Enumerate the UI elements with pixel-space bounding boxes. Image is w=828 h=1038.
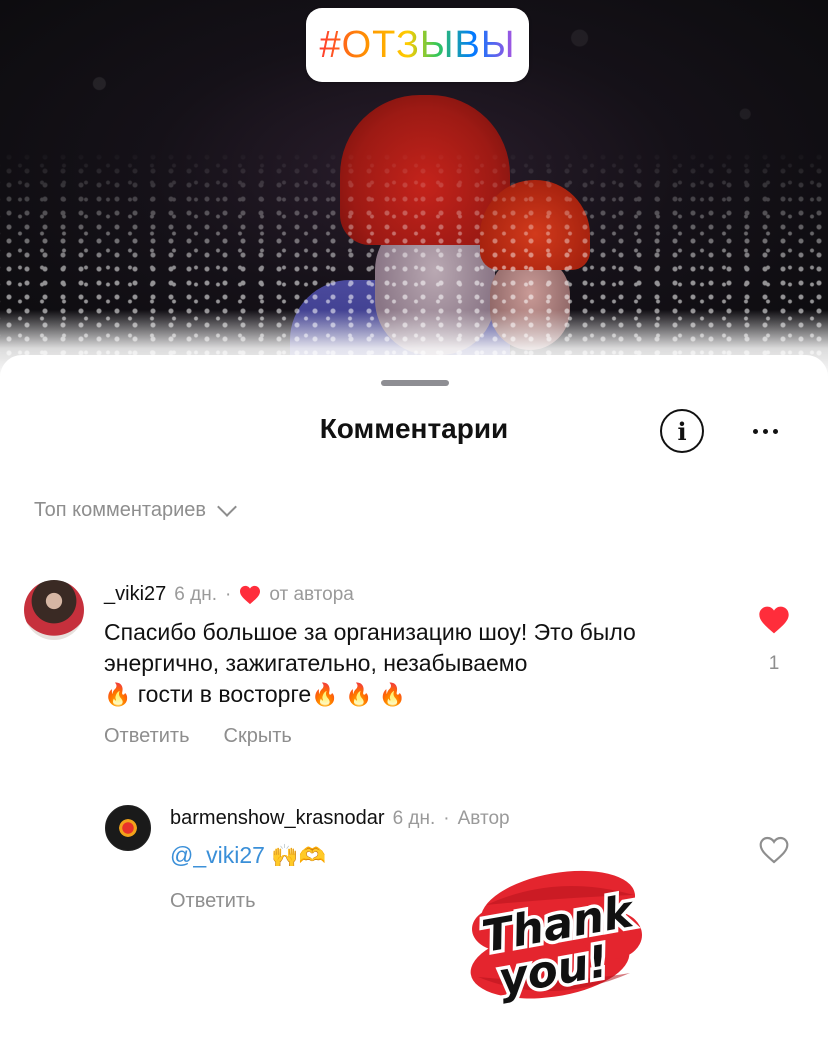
hide-button[interactable]: Скрыть xyxy=(224,725,292,748)
thank-you-sticker[interactable]: Thank you! xyxy=(462,867,650,1007)
info-circle-icon: i xyxy=(677,416,687,446)
comment-text: Спасибо большое за организацию шоу! Это … xyxy=(104,617,704,711)
reply-button[interactable]: Ответить xyxy=(104,725,190,748)
heart-filled-icon xyxy=(240,585,261,604)
chevron-down-icon xyxy=(217,496,237,517)
comment-time: 6 дн. xyxy=(174,583,217,605)
author-badge: Автор xyxy=(457,807,510,829)
info-button[interactable]: i xyxy=(660,409,704,453)
hashtag-sticker[interactable]: #ОТЗЫВЫ xyxy=(306,8,529,82)
avatar[interactable] xyxy=(105,805,151,851)
reply-emojis: 🙌🫶 xyxy=(271,844,327,869)
comment-meta: _viki27 6 дн. · от автора xyxy=(104,583,354,606)
sheet-grabber[interactable] xyxy=(381,380,449,386)
comment-text-main: Спасибо большое за организацию шоу! Это … xyxy=(104,619,636,676)
reply-button[interactable]: Ответить xyxy=(170,890,256,913)
reply-time: 6 дн. xyxy=(392,807,436,829)
heart-filled-icon[interactable] xyxy=(758,605,790,635)
reply-meta: barmenshow_krasnodar 6 дн. · Автор xyxy=(170,807,510,830)
fire-emoji: 🔥 xyxy=(311,683,339,708)
fire-emoji: 🔥 xyxy=(378,683,407,708)
reply-text: @_viki27 🙌🫶 xyxy=(170,842,326,869)
sort-dropdown[interactable]: Топ комментариев xyxy=(34,496,237,522)
author-like-label: от автора xyxy=(269,583,354,605)
reply-username[interactable]: barmenshow_krasnodar xyxy=(170,807,385,830)
more-options-button[interactable] xyxy=(745,413,785,449)
heart-outline-icon[interactable] xyxy=(758,835,790,865)
comment-text-tail: гости в восторге xyxy=(131,681,312,707)
separator-dot: · xyxy=(443,807,450,829)
fire-emoji: 🔥 xyxy=(104,683,132,708)
reply-actions: Ответить xyxy=(170,890,256,913)
comments-sheet: Комментарии i Топ комментариев _viki27 6… xyxy=(0,355,828,1038)
avatar[interactable] xyxy=(24,580,84,640)
mention-link[interactable]: @_viki27 xyxy=(170,842,265,868)
fire-emoji: 🔥 xyxy=(344,683,373,708)
separator-dot: · xyxy=(224,583,232,605)
ellipsis-icon xyxy=(752,428,758,434)
comment-username[interactable]: _viki27 xyxy=(104,583,166,606)
hashtag-text: #ОТЗЫВЫ xyxy=(319,23,516,66)
like-count: 1 xyxy=(768,653,780,674)
sort-label: Топ комментариев xyxy=(34,499,207,521)
comment-actions: Ответить Скрыть xyxy=(104,725,292,748)
